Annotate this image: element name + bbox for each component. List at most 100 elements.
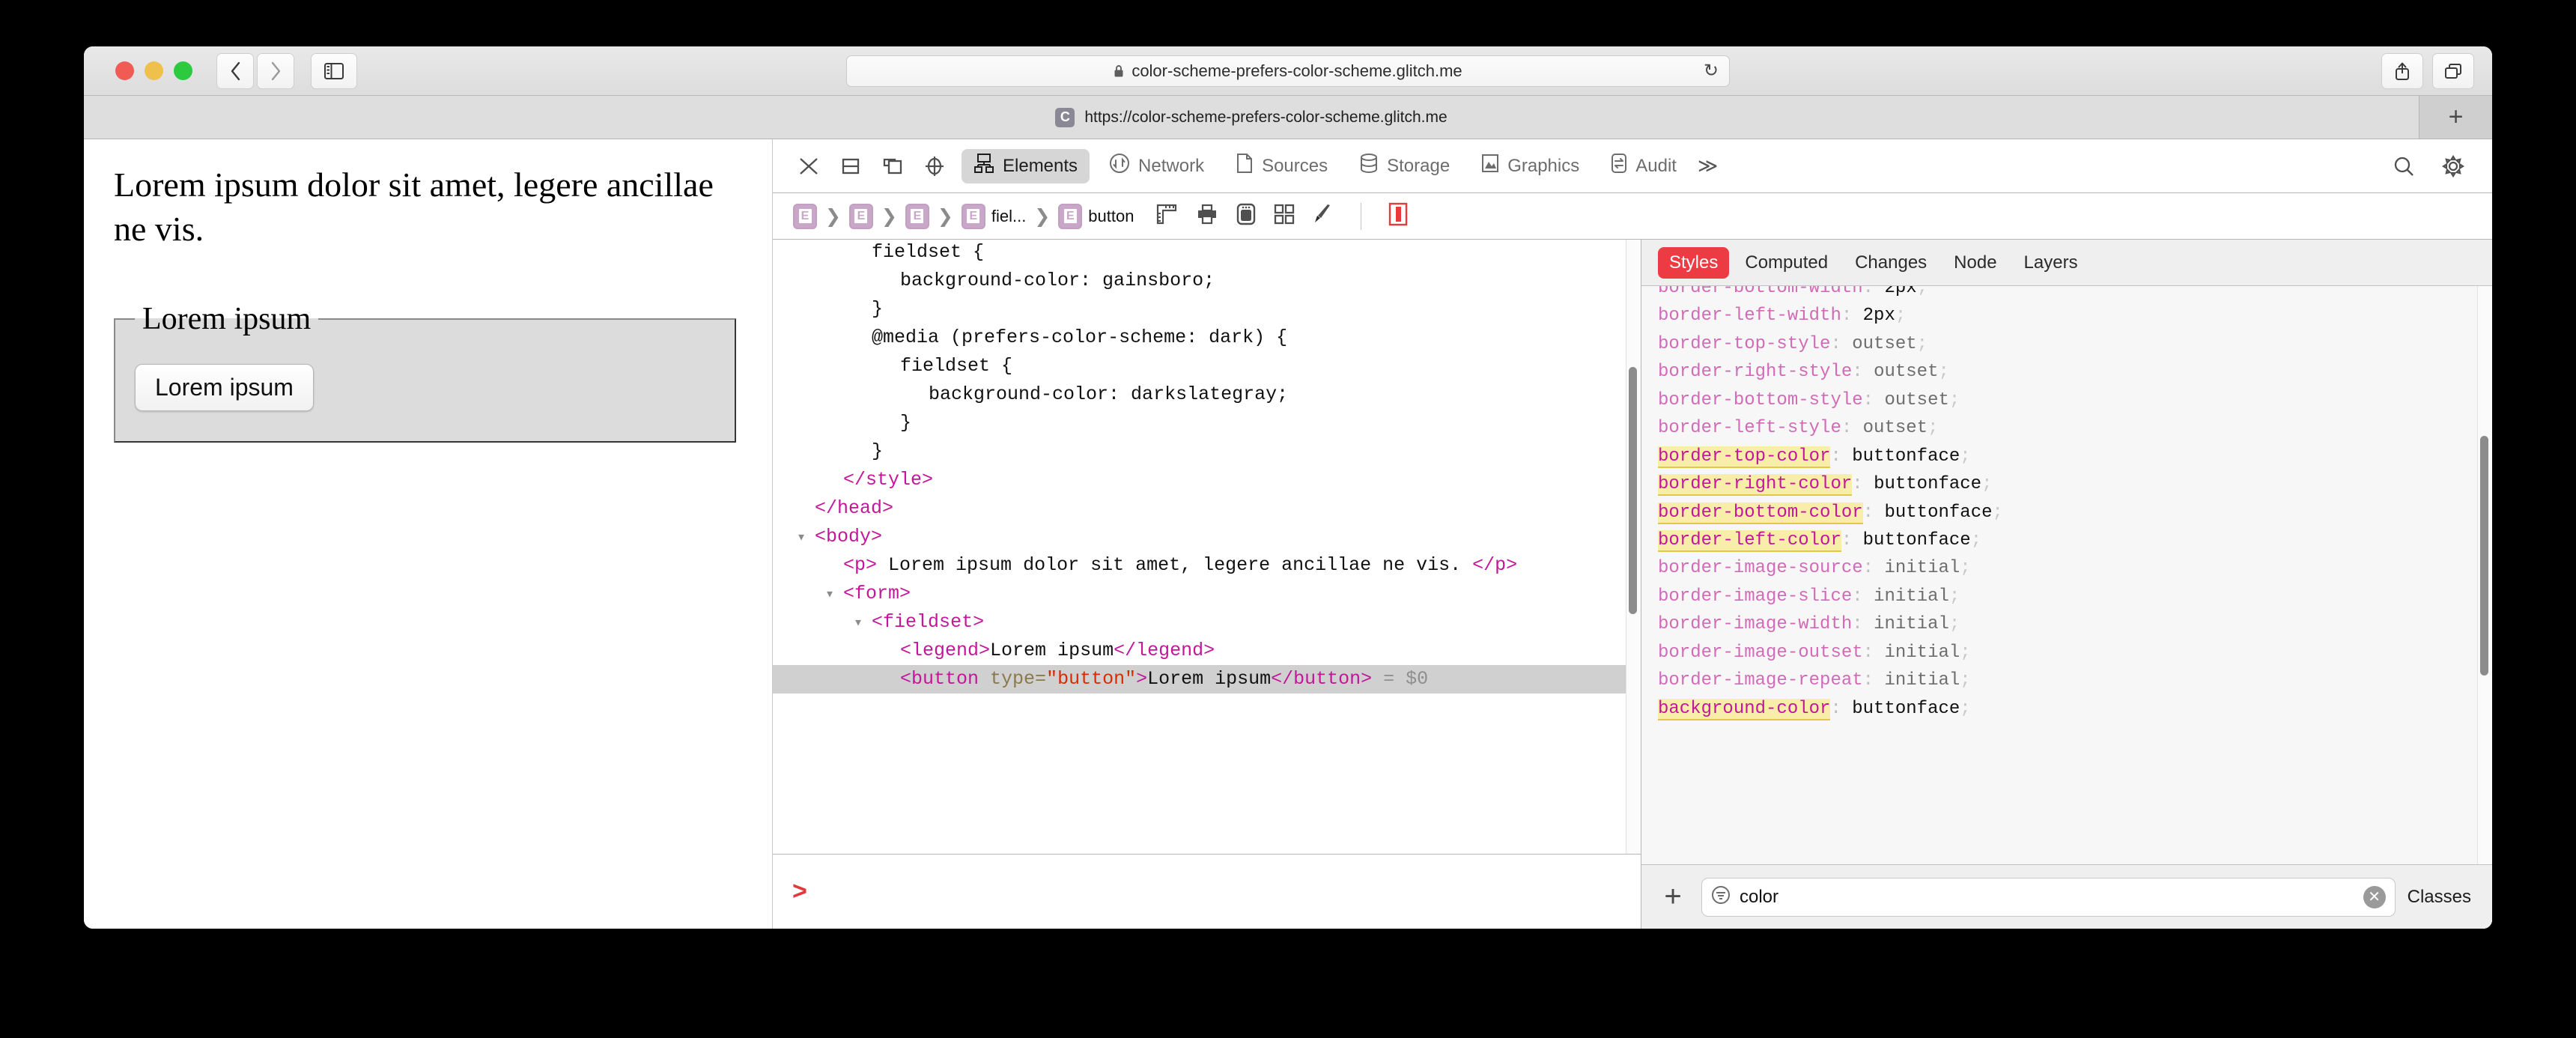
- style-property-value[interactable]: initial: [1884, 558, 1960, 578]
- inspector-sidebar-icon[interactable]: [1388, 202, 1408, 230]
- close-icon[interactable]: ✕: [2363, 885, 2386, 908]
- close-icon[interactable]: [789, 147, 828, 186]
- dom-node[interactable]: fieldset {: [773, 240, 1641, 267]
- style-property-value[interactable]: buttonface: [1852, 699, 1960, 719]
- dom-node-selected[interactable]: <button type="button">Lorem ipsum</butto…: [773, 665, 1641, 693]
- tab-changes[interactable]: Changes: [1844, 247, 1938, 279]
- style-property-value[interactable]: buttonface: [1874, 474, 1981, 494]
- style-property[interactable]: background-color: buttonface;: [1658, 695, 2492, 723]
- dom-node[interactable]: ▾ <body>: [773, 523, 1641, 551]
- add-rule-button[interactable]: +: [1656, 880, 1689, 914]
- grid-overlay-icon[interactable]: [1274, 204, 1295, 228]
- dom-node[interactable]: ▾ <fieldset>: [773, 608, 1641, 637]
- breadcrumb-item-0[interactable]: E: [791, 203, 819, 229]
- style-property-value[interactable]: outset: [1884, 390, 1948, 410]
- tab-layers[interactable]: Layers: [2013, 247, 2089, 279]
- dom-node[interactable]: background-color: darkslategray;: [773, 380, 1641, 409]
- style-property[interactable]: border-bottom-width: 2px;: [1658, 286, 2492, 302]
- minimize-window-button[interactable]: [145, 61, 163, 80]
- close-window-button[interactable]: [115, 61, 134, 80]
- breadcrumb-item-2[interactable]: E: [903, 203, 932, 229]
- chevron-down-icon[interactable]: ▾: [854, 615, 872, 632]
- style-property[interactable]: border-top-color: buttonface;: [1658, 443, 2492, 470]
- style-property[interactable]: border-image-source: initial;: [1658, 554, 2492, 582]
- dock-window-icon[interactable]: [873, 147, 912, 186]
- address-bar[interactable]: color-scheme-prefers-color-scheme.glitch…: [846, 55, 1730, 87]
- tab-computed[interactable]: Computed: [1734, 247, 1839, 279]
- chevron-down-icon[interactable]: ▾: [825, 586, 843, 604]
- style-property-value[interactable]: outset: [1863, 418, 1928, 438]
- tab-elements[interactable]: Elements: [962, 148, 1090, 183]
- breadcrumb-item-button[interactable]: E button: [1056, 203, 1136, 229]
- style-property[interactable]: border-left-style: outset;: [1658, 414, 2492, 442]
- style-property-value[interactable]: 2px: [1863, 306, 1895, 326]
- print-media-icon[interactable]: [1196, 204, 1218, 228]
- tab-storage[interactable]: Storage: [1347, 149, 1462, 183]
- styles-property-list[interactable]: border-bottom-width: 2px; border-left-wid…: [1641, 286, 2492, 864]
- dom-node[interactable]: fieldset {: [773, 352, 1641, 380]
- styles-scrollbar[interactable]: [2480, 436, 2488, 676]
- style-property-value[interactable]: 2px: [1884, 286, 1916, 298]
- search-icon[interactable]: [2384, 147, 2423, 186]
- style-property-value[interactable]: initial: [1884, 670, 1960, 691]
- tab-styles[interactable]: Styles: [1658, 246, 1730, 279]
- gear-icon[interactable]: [2434, 147, 2473, 186]
- style-property[interactable]: border-image-repeat: initial;: [1658, 667, 2492, 694]
- more-tabs-button[interactable]: ≫: [1692, 154, 1724, 177]
- dom-tree[interactable]: fieldset { background-color: gainsboro; …: [773, 240, 1641, 854]
- style-property[interactable]: border-right-color: buttonface;: [1658, 470, 2492, 498]
- dom-node[interactable]: ▾ <form>: [773, 580, 1641, 608]
- dom-node[interactable]: @media (prefers-color-scheme: dark) {: [773, 324, 1641, 352]
- style-property[interactable]: border-left-width: 2px;: [1658, 302, 2492, 330]
- dom-node[interactable]: </head>: [773, 494, 1641, 523]
- tab-sources[interactable]: Sources: [1224, 149, 1340, 183]
- styles-filter-input[interactable]: color ✕: [1701, 877, 2396, 917]
- console-drawer[interactable]: >: [773, 854, 1641, 929]
- style-property[interactable]: border-bottom-color: buttonface;: [1658, 499, 2492, 526]
- new-tab-button[interactable]: +: [2419, 96, 2492, 139]
- show-all-tabs-button[interactable]: [2432, 52, 2474, 89]
- style-property-value[interactable]: buttonface: [1863, 530, 1971, 550]
- tab-audit[interactable]: Audit: [1599, 149, 1689, 183]
- style-property-value[interactable]: outset: [1852, 334, 1916, 354]
- back-button[interactable]: [216, 52, 254, 89]
- toggle-sidebar-button[interactable]: [311, 52, 357, 89]
- breadcrumb-item-1[interactable]: E: [847, 203, 875, 229]
- forward-button[interactable]: [257, 52, 294, 89]
- style-property-value[interactable]: buttonface: [1852, 446, 1960, 467]
- browser-tab[interactable]: C https://color-scheme-prefers-color-sch…: [84, 96, 2419, 139]
- style-property-value[interactable]: initial: [1884, 643, 1960, 663]
- reload-button[interactable]: ↻: [1704, 60, 1719, 82]
- style-property[interactable]: border-right-style: outset;: [1658, 358, 2492, 386]
- page-button[interactable]: Lorem ipsum: [135, 363, 314, 411]
- style-property[interactable]: border-bottom-style: outset;: [1658, 386, 2492, 414]
- paintbrush-icon[interactable]: [1313, 203, 1334, 229]
- dom-scrollbar[interactable]: [1629, 367, 1637, 614]
- dom-node[interactable]: }: [773, 437, 1641, 466]
- dock-bottom-icon[interactable]: [831, 147, 870, 186]
- style-property-value[interactable]: buttonface: [1884, 503, 1992, 523]
- tab-network[interactable]: Network: [1097, 149, 1216, 183]
- tab-graphics[interactable]: Graphics: [1469, 149, 1591, 183]
- dom-node[interactable]: }: [773, 409, 1641, 437]
- style-property[interactable]: border-top-style: outset;: [1658, 330, 2492, 358]
- breadcrumb-item-fieldset[interactable]: E fiel...: [959, 203, 1028, 229]
- chevron-down-icon[interactable]: ▾: [797, 529, 815, 547]
- dom-node[interactable]: }: [773, 295, 1641, 324]
- inspect-node-icon[interactable]: [915, 147, 954, 186]
- share-button[interactable]: [2381, 52, 2423, 89]
- style-property[interactable]: border-image-slice: initial;: [1658, 583, 2492, 610]
- dom-node[interactable]: <p> Lorem ipsum dolor sit amet, legere a…: [773, 551, 1641, 580]
- dom-node[interactable]: background-color: gainsboro;: [773, 267, 1641, 295]
- style-property[interactable]: border-image-width: initial;: [1658, 610, 2492, 638]
- maximize-window-button[interactable]: [174, 61, 192, 80]
- dom-node[interactable]: <legend>Lorem ipsum</legend>: [773, 637, 1641, 665]
- style-property[interactable]: border-image-outset: initial;: [1658, 639, 2492, 667]
- layout-ruler-icon[interactable]: [1155, 203, 1178, 229]
- style-property-value[interactable]: outset: [1874, 362, 1938, 382]
- tab-node[interactable]: Node: [1942, 247, 2008, 279]
- style-property-value[interactable]: initial: [1874, 614, 1949, 634]
- style-property-value[interactable]: initial: [1874, 586, 1949, 607]
- classes-button[interactable]: Classes: [2408, 887, 2477, 908]
- style-property[interactable]: border-left-color: buttonface;: [1658, 526, 2492, 554]
